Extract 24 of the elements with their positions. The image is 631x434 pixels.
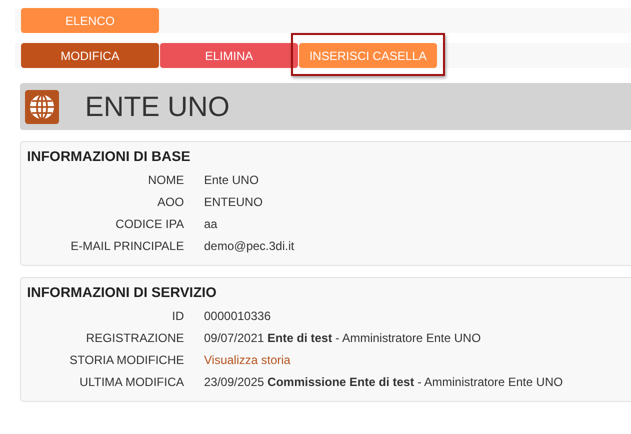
field-label: ULTIMA MODIFICA xyxy=(80,375,184,389)
field-label: NOME xyxy=(148,173,184,187)
field-value: 23/09/2025 Commissione Ente di test - Amministratore Ente UNO xyxy=(204,375,563,389)
field-label: E-MAIL PRINCIPALE xyxy=(70,239,184,253)
add-button[interactable]: INSERISCI CASELLA xyxy=(299,43,437,68)
delete-button[interactable]: ELIMINA xyxy=(160,43,298,68)
field-label: ID xyxy=(172,309,184,323)
field-label: CODICE IPA xyxy=(116,217,184,231)
globe-icon xyxy=(25,90,59,124)
field-label: AOO xyxy=(157,195,184,209)
field-value: aa xyxy=(204,217,218,231)
field-value: Ente UNO xyxy=(204,173,259,187)
field-value: 0000010336 xyxy=(204,309,271,323)
field-value: ENTEUNO xyxy=(204,195,263,209)
field-label: STORIA MODIFICHE xyxy=(70,353,184,367)
field-value: demo@pec.3di.it xyxy=(204,239,294,253)
history-link[interactable]: Visualizza storia xyxy=(204,353,290,367)
list-button[interactable]: ELENCO xyxy=(21,8,159,33)
section-title: INFORMAZIONI DI BASE xyxy=(27,148,192,164)
field-label: REGISTRAZIONE xyxy=(86,331,184,345)
edit-button[interactable]: MODIFICA xyxy=(21,43,159,68)
page-title: ENTE UNO xyxy=(85,90,230,122)
section-title: INFORMAZIONI DI SERVIZIO xyxy=(27,284,218,300)
field-value: 09/07/2021 Ente di test - Amministratore Ente UNO xyxy=(204,331,481,345)
